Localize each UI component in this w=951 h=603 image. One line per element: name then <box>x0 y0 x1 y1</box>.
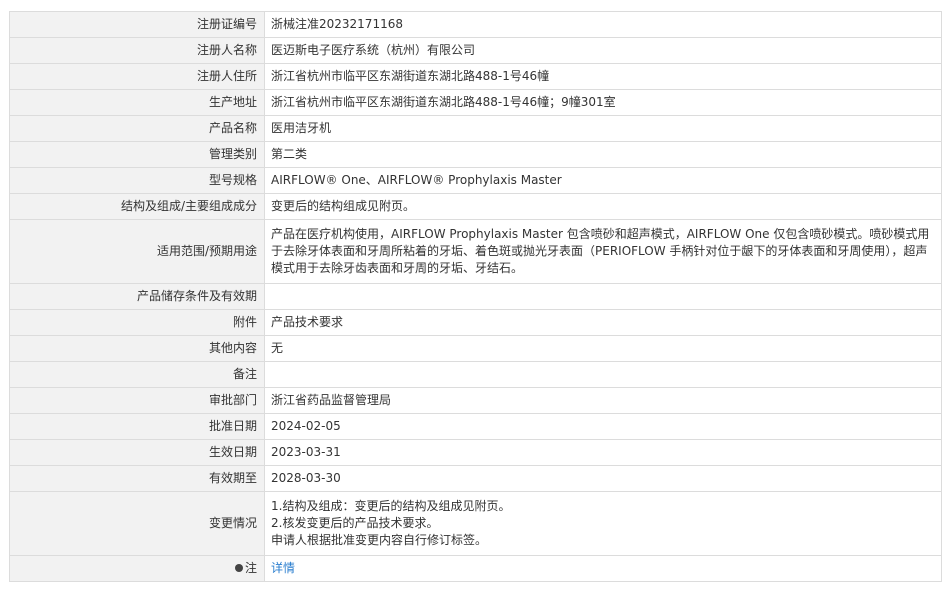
field-label-approval-date: 批准日期 <box>9 413 265 440</box>
field-value-other-content: 无 <box>264 335 942 362</box>
details-link[interactable]: 详情 <box>271 561 295 575</box>
table-row: 附件 产品技术要求 <box>9 309 942 336</box>
field-label-management-category: 管理类别 <box>9 141 265 168</box>
field-value-management-category: 第二类 <box>264 141 942 168</box>
field-label-registration-number: 注册证编号 <box>9 11 265 38</box>
field-value-change-details: 1.结构及组成：变更后的结构及组成见附页。 2.核发变更后的产品技术要求。 申请… <box>264 491 942 556</box>
field-value-registrant-address: 浙江省杭州市临平区东湖街道东湖北路488-1号46幢 <box>264 63 942 90</box>
field-value-remarks <box>264 361 942 388</box>
note-label-text: 注 <box>244 561 257 575</box>
field-label-change-details: 变更情况 <box>9 491 265 556</box>
field-label-valid-until: 有效期至 <box>9 465 265 492</box>
table-row: 注 详情 <box>9 555 942 582</box>
field-value-model-spec: AIRFLOW® One、AIRFLOW® Prophylaxis Master <box>264 167 942 194</box>
table-row: 适用范围/预期用途 产品在医疗机构使用，AIRFLOW Prophylaxis … <box>9 219 942 284</box>
field-label-storage-conditions: 产品储存条件及有效期 <box>9 283 265 310</box>
field-label-note: 注 <box>9 555 265 582</box>
intended-use-line: 产品在医疗机构使用，AIRFLOW Prophylaxis Master 包含喷… <box>271 227 930 241</box>
table-row: 生产地址 浙江省杭州市临平区东湖街道东湖北路488-1号46幢；9幢301室 <box>9 89 942 116</box>
change-details-line: 1.结构及组成：变更后的结构及组成见附页。 <box>271 499 511 513</box>
field-label-production-address: 生产地址 <box>9 89 265 116</box>
field-label-effective-date: 生效日期 <box>9 439 265 466</box>
registration-detail-panel: 注册证编号 浙械注准20232171168 注册人名称 医迈斯电子医疗系统（杭州… <box>9 11 942 582</box>
field-label-registrant-address: 注册人住所 <box>9 63 265 90</box>
table-row: 变更情况 1.结构及组成：变更后的结构及组成见附页。 2.核发变更后的产品技术要… <box>9 491 942 556</box>
field-value-note: 详情 <box>264 555 942 582</box>
field-label-remarks: 备注 <box>9 361 265 388</box>
field-value-structure-composition: 变更后的结构组成见附页。 <box>264 193 942 220</box>
table-row: 管理类别 第二类 <box>9 141 942 168</box>
table-row: 注册证编号 浙械注准20232171168 <box>9 11 942 38</box>
change-details-line: 2.核发变更后的产品技术要求。 <box>271 516 439 530</box>
field-label-approval-department: 审批部门 <box>9 387 265 414</box>
field-value-product-name: 医用洁牙机 <box>264 115 942 142</box>
change-details-line: 申请人根据批准变更内容自行修订标签。 <box>271 533 488 547</box>
table-row: 结构及组成/主要组成成分 变更后的结构组成见附页。 <box>9 193 942 220</box>
table-row: 注册人名称 医迈斯电子医疗系统（杭州）有限公司 <box>9 37 942 64</box>
table-row: 生效日期 2023-03-31 <box>9 439 942 466</box>
field-value-intended-use: 产品在医疗机构使用，AIRFLOW Prophylaxis Master 包含喷… <box>264 219 942 284</box>
field-value-effective-date: 2023-03-31 <box>264 439 942 466</box>
registration-detail-table: 注册证编号 浙械注准20232171168 注册人名称 医迈斯电子医疗系统（杭州… <box>9 11 942 582</box>
table-row: 型号规格 AIRFLOW® One、AIRFLOW® Prophylaxis M… <box>9 167 942 194</box>
field-label-other-content: 其他内容 <box>9 335 265 362</box>
field-label-registrant-name: 注册人名称 <box>9 37 265 64</box>
table-row: 备注 <box>9 361 942 388</box>
field-value-storage-conditions <box>264 283 942 310</box>
table-row: 产品储存条件及有效期 <box>9 283 942 310</box>
field-value-registration-number: 浙械注准20232171168 <box>264 11 942 38</box>
table-row: 注册人住所 浙江省杭州市临平区东湖街道东湖北路488-1号46幢 <box>9 63 942 90</box>
bullet-dot-icon <box>234 564 243 572</box>
field-value-attachment: 产品技术要求 <box>264 309 942 336</box>
intended-use-line: 模式用于去除牙齿表面和牙周的牙垢、牙结石。 <box>271 261 524 275</box>
field-label-intended-use: 适用范围/预期用途 <box>9 219 265 284</box>
table-row: 产品名称 医用洁牙机 <box>9 115 942 142</box>
table-row: 其他内容 无 <box>9 335 942 362</box>
field-label-attachment: 附件 <box>9 309 265 336</box>
table-row: 批准日期 2024-02-05 <box>9 413 942 440</box>
field-value-valid-until: 2028-03-30 <box>264 465 942 492</box>
field-value-approval-department: 浙江省药品监督管理局 <box>264 387 942 414</box>
intended-use-line: 于去除牙体表面和牙周所粘着的牙垢、着色斑或抛光牙表面（PERIOFLOW 手柄针… <box>271 244 928 258</box>
field-label-structure-composition: 结构及组成/主要组成成分 <box>9 193 265 220</box>
field-value-registrant-name: 医迈斯电子医疗系统（杭州）有限公司 <box>264 37 942 64</box>
field-label-model-spec: 型号规格 <box>9 167 265 194</box>
field-label-product-name: 产品名称 <box>9 115 265 142</box>
table-row: 有效期至 2028-03-30 <box>9 465 942 492</box>
field-value-approval-date: 2024-02-05 <box>264 413 942 440</box>
table-row: 审批部门 浙江省药品监督管理局 <box>9 387 942 414</box>
field-value-production-address: 浙江省杭州市临平区东湖街道东湖北路488-1号46幢；9幢301室 <box>264 89 942 116</box>
